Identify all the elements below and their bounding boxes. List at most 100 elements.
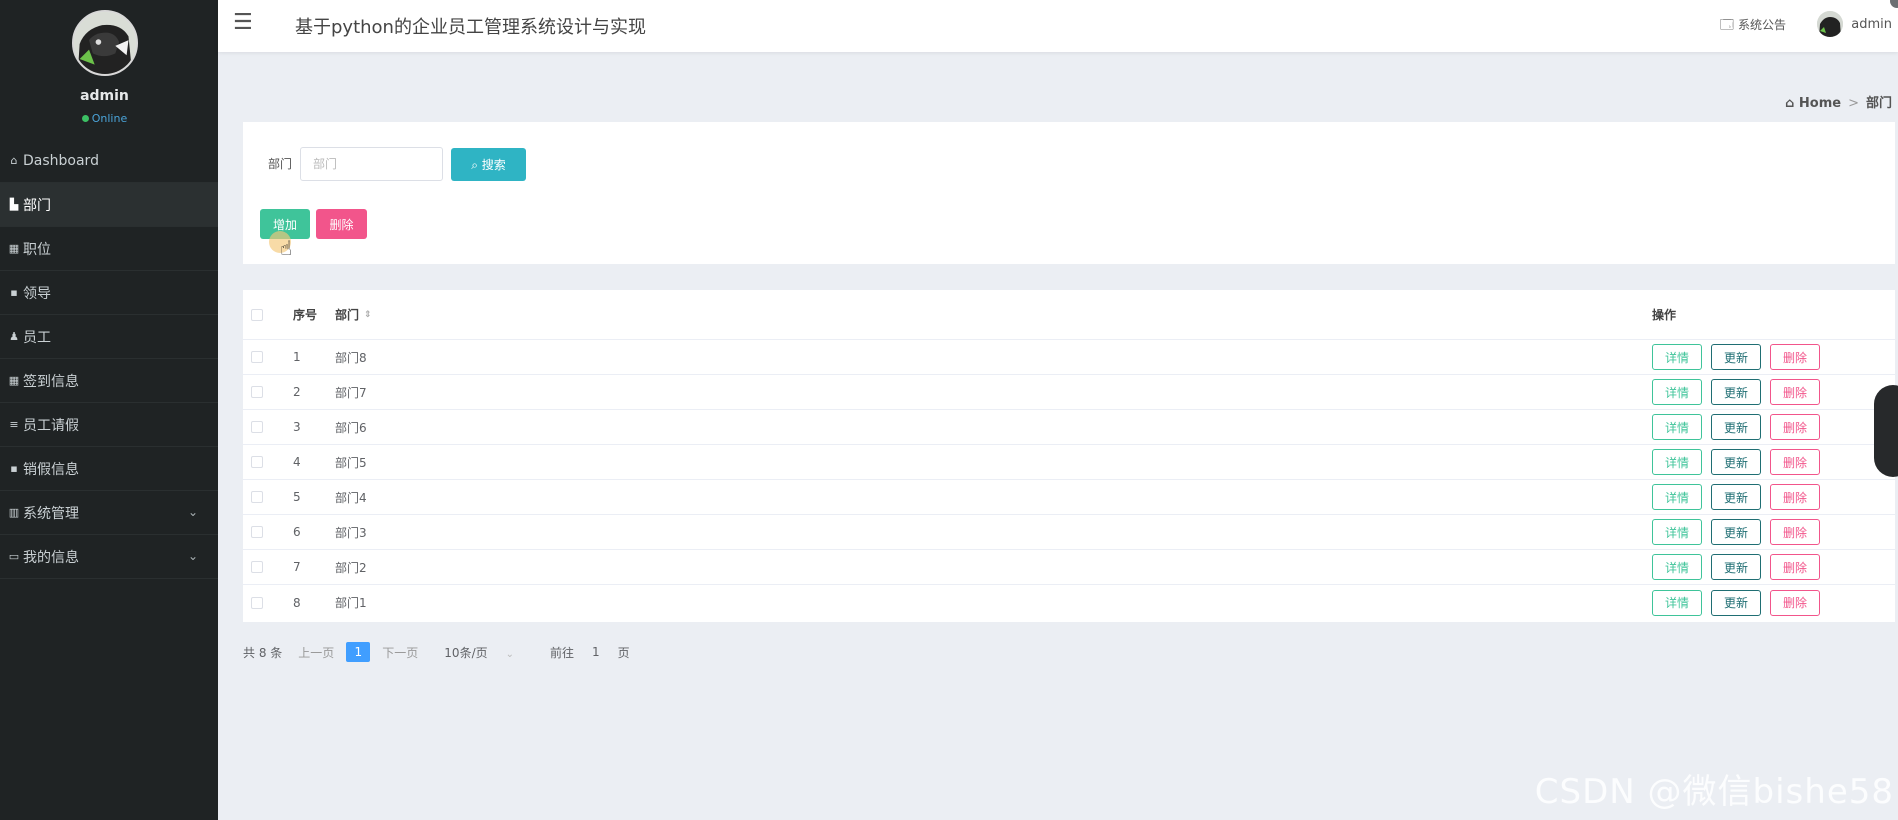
delete-button[interactable]: 删除 — [1770, 519, 1820, 545]
sidebar-item-dashboard[interactable]: ⌂ Dashboard — [0, 139, 218, 183]
row-department: 部门3 — [335, 525, 367, 540]
row-checkbox[interactable] — [251, 421, 263, 433]
next-page-button[interactable]: 下一页 — [382, 644, 418, 661]
sidebar-item-leave-cancel[interactable]: ▪ 销假信息 — [0, 447, 218, 491]
sidebar-item-position[interactable]: ▦ 职位 — [0, 227, 218, 271]
delete-button[interactable]: 删除 — [1770, 379, 1820, 405]
update-button[interactable]: 更新 — [1711, 344, 1761, 370]
update-button[interactable]: 更新 — [1711, 414, 1761, 440]
pagination-total: 共 8 条 — [243, 645, 283, 660]
system-notice-link[interactable]: 🗔 系统公告 — [1720, 16, 1786, 38]
sidebar-item-employee[interactable]: ♟ 员工 — [0, 315, 218, 359]
update-button[interactable]: 更新 — [1711, 589, 1761, 616]
update-button[interactable]: 更新 — [1711, 379, 1761, 405]
sidebar: admin Online ⌂ Dashboard ▙ 部门 ▦ 职位 ▪ 领导 ♟ 员工 … — [0, 0, 218, 820]
search-button-label: 搜索 — [481, 158, 506, 172]
notice-label: 系统公告 — [1737, 18, 1786, 32]
row-actions: 详情 更新 删除 — [1652, 585, 1829, 620]
admin-dropdown[interactable]: admin — [1817, 11, 1892, 37]
detail-button[interactable]: 详情 — [1652, 589, 1702, 616]
page-suffix-label: 页 — [617, 645, 630, 660]
goto-page-input[interactable]: 1 — [592, 645, 600, 659]
detail-button[interactable]: 详情 — [1652, 344, 1702, 370]
header-department[interactable]: 部门 ⇕ — [335, 290, 372, 339]
detail-button[interactable]: 详情 — [1652, 414, 1702, 440]
user-name: admin — [80, 88, 129, 104]
update-button[interactable]: 更新 — [1711, 519, 1761, 545]
header-avatar — [1817, 11, 1844, 37]
sidebar-item-my-info[interactable]: ▭ 我的信息 ⌄ — [0, 535, 218, 579]
row-actions: 详情 更新 删除 — [1652, 340, 1829, 374]
admin-label: admin — [1851, 16, 1892, 32]
row-checkbox[interactable] — [251, 561, 263, 573]
sidebar-item-leave-request[interactable]: ≡ 员工请假 — [0, 403, 218, 447]
row-index: 1 — [293, 350, 301, 364]
status-label: Online — [91, 112, 128, 125]
update-button[interactable]: 更新 — [1711, 449, 1761, 475]
avatar-image — [1817, 11, 1844, 37]
table-row: 8 部门1 详情 更新 删除 — [243, 585, 1895, 620]
sidebar-item-system-management[interactable]: ▥ 系统管理 ⌄ — [0, 491, 218, 535]
sort-icon[interactable]: ⇕ — [364, 310, 372, 320]
table-row: 3 部门6 详情 更新 删除 — [243, 410, 1895, 445]
row-index: 3 — [293, 420, 301, 434]
delete-button[interactable]: 删除 — [1770, 414, 1820, 440]
update-button[interactable]: 更新 — [1711, 554, 1761, 580]
sidebar-item-department[interactable]: ▙ 部门 — [0, 183, 218, 227]
home-icon: ⌂ — [1785, 96, 1795, 111]
row-actions: 详情 更新 删除 — [1652, 550, 1829, 584]
row-checkbox[interactable] — [251, 456, 263, 468]
breadcrumb-home[interactable]: Home — [1799, 96, 1841, 111]
detail-button[interactable]: 详情 — [1652, 379, 1702, 405]
row-checkbox[interactable] — [251, 386, 263, 398]
batch-delete-button[interactable]: 删除 — [316, 209, 367, 239]
book-icon: ▙ — [9, 198, 19, 211]
row-checkbox[interactable] — [251, 491, 263, 503]
search-label: 部门 — [268, 157, 293, 171]
table-row: 1 部门8 详情 更新 删除 — [243, 340, 1895, 375]
row-department: 部门7 — [335, 385, 367, 400]
avatar[interactable] — [72, 10, 138, 76]
select-all-checkbox[interactable] — [251, 308, 263, 321]
delete-button[interactable]: 删除 — [1770, 344, 1820, 370]
table-row: 6 部门3 详情 更新 删除 — [243, 515, 1895, 550]
watermark: CSDN @微信bishe58 — [1534, 772, 1894, 812]
row-checkbox[interactable] — [251, 596, 263, 609]
update-button[interactable]: 更新 — [1711, 484, 1761, 510]
search-button[interactable]: ⌕ 搜索 — [451, 148, 526, 181]
delete-button[interactable]: 删除 — [1770, 589, 1820, 616]
department-search-input[interactable] — [300, 147, 443, 181]
detail-button[interactable]: 详情 — [1652, 554, 1702, 580]
row-index: 5 — [293, 490, 301, 504]
row-checkbox[interactable] — [251, 526, 263, 538]
row-actions: 详情 更新 删除 — [1652, 410, 1829, 444]
row-checkbox[interactable] — [251, 351, 263, 363]
page-size-select[interactable]: 10条/页 ⌄ — [444, 644, 514, 661]
row-index: 8 — [293, 595, 301, 610]
floating-side-tab[interactable] — [1874, 385, 1898, 477]
detail-button[interactable]: 详情 — [1652, 484, 1702, 510]
sidebar-item-leader[interactable]: ▪ 领导 — [0, 271, 218, 315]
delete-button[interactable]: 删除 — [1770, 449, 1820, 475]
page-size-value: 10条/页 — [444, 645, 488, 660]
row-actions: 详情 更新 删除 — [1652, 375, 1829, 409]
sidebar-item-label: 职位 — [23, 241, 51, 258]
detail-button[interactable]: 详情 — [1652, 519, 1702, 545]
goto-label: 前往 — [550, 645, 575, 660]
sidebar-item-checkin[interactable]: ▦ 签到信息 — [0, 359, 218, 403]
row-department: 部门5 — [335, 455, 367, 470]
header-department-label: 部门 — [335, 308, 360, 322]
delete-button[interactable]: 删除 — [1770, 554, 1820, 580]
home-icon: ⌂ — [10, 154, 18, 167]
row-index: 2 — [293, 385, 301, 399]
table-row: 7 部门2 详情 更新 删除 — [243, 550, 1895, 585]
sidebar-item-label: 销假信息 — [23, 461, 79, 478]
page-number-active[interactable]: 1 — [346, 642, 371, 662]
row-department: 部门8 — [335, 350, 367, 365]
table-row: 2 部门7 详情 更新 删除 — [243, 375, 1895, 410]
delete-button[interactable]: 删除 — [1770, 484, 1820, 510]
avatar-image — [74, 12, 136, 74]
prev-page-button[interactable]: 上一页 — [298, 644, 334, 661]
menu-toggle-icon[interactable]: ☰ — [233, 10, 253, 35]
detail-button[interactable]: 详情 — [1652, 449, 1702, 475]
